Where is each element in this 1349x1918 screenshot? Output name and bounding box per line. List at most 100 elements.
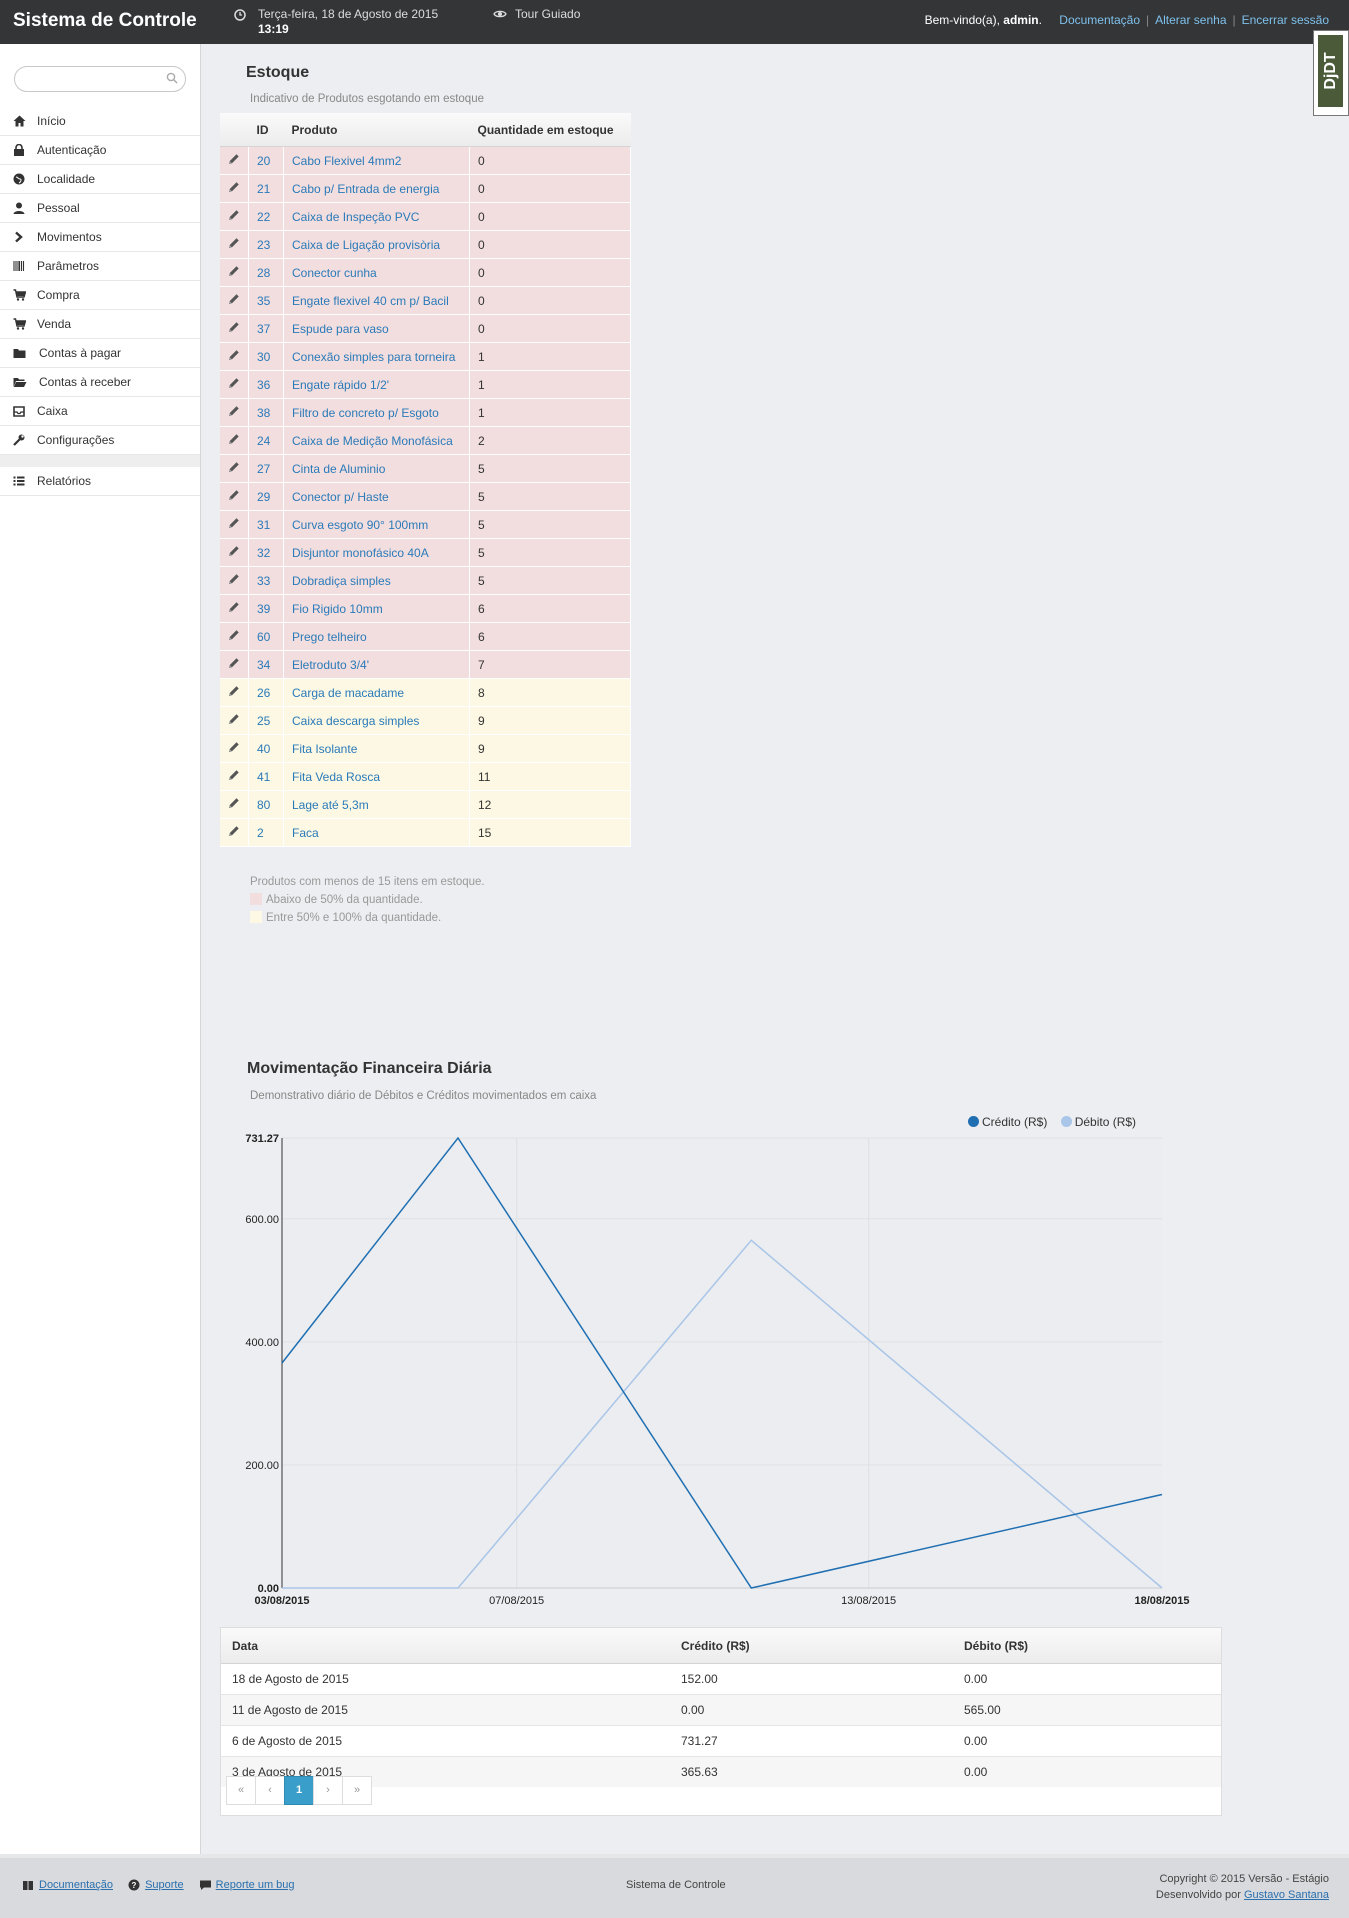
edit-button[interactable] (220, 482, 249, 511)
product-id-link[interactable]: 39 (257, 602, 270, 616)
brand-title[interactable]: Sistema de Controle (13, 10, 197, 32)
product-id-link[interactable]: 26 (257, 686, 270, 700)
pager-next-button[interactable]: › (313, 1776, 343, 1805)
edit-button[interactable] (220, 426, 249, 455)
product-name-link[interactable]: Cabo p/ Entrada de energia (292, 182, 439, 196)
edit-button[interactable] (220, 734, 249, 763)
footer-documentation-link[interactable]: Documentação (39, 1879, 113, 1891)
pager-first-button[interactable]: « (226, 1776, 256, 1805)
pager-last-button[interactable]: » (342, 1776, 372, 1805)
product-id-link[interactable]: 21 (257, 182, 270, 196)
product-name-link[interactable]: Conector cunha (292, 266, 377, 280)
column-header-produto[interactable]: Produto (283, 113, 470, 147)
product-name-link[interactable]: Curva esgoto 90° 100mm (292, 518, 428, 532)
documentation-link[interactable]: Documentação (1059, 13, 1140, 27)
product-id-link[interactable]: 2 (257, 826, 264, 840)
product-name-link[interactable]: Carga de macadame (292, 686, 404, 700)
product-id-link[interactable]: 28 (257, 266, 270, 280)
search-input[interactable] (25, 71, 169, 87)
logout-link[interactable]: Encerrar sessão (1242, 13, 1329, 27)
product-name-link[interactable]: Conexão simples para torneira (292, 350, 455, 364)
sidebar-item-compra[interactable]: Compra (0, 281, 200, 310)
edit-button[interactable] (220, 258, 249, 287)
sidebar-item-pessoal[interactable]: Pessoal (0, 194, 200, 223)
sidebar-item-contas-a-receber[interactable]: Contas à receber (0, 368, 200, 397)
edit-button[interactable] (220, 510, 249, 539)
sidebar-item-inicio[interactable]: Início (0, 107, 200, 136)
sidebar-item-autenticacao[interactable]: Autenticação (0, 136, 200, 165)
edit-button[interactable] (220, 230, 249, 259)
product-id-link[interactable]: 41 (257, 770, 270, 784)
product-name-link[interactable]: Lage até 5,3m (292, 798, 369, 812)
product-name-link[interactable]: Prego telheiro (292, 630, 367, 644)
product-id-link[interactable]: 27 (257, 462, 270, 476)
product-id-link[interactable]: 23 (257, 238, 270, 252)
footer-report-bug-link[interactable]: Reporte um bug (216, 1879, 295, 1891)
edit-button[interactable] (220, 538, 249, 567)
search-icon[interactable] (166, 72, 178, 84)
edit-button[interactable] (220, 818, 249, 847)
product-name-link[interactable]: Espude para vaso (292, 322, 389, 336)
product-name-link[interactable]: Faca (292, 826, 319, 840)
product-id-link[interactable]: 32 (257, 546, 270, 560)
tour-link[interactable]: Tour Guiado (493, 7, 580, 21)
sidebar-item-movimentos[interactable]: Movimentos (0, 223, 200, 252)
product-name-link[interactable]: Dobradiça simples (292, 574, 391, 588)
edit-button[interactable] (220, 202, 249, 231)
sidebar-item-configuracoes[interactable]: Configurações (0, 426, 200, 455)
sidebar-item-relatorios[interactable]: Relatórios (0, 467, 200, 496)
edit-button[interactable] (220, 286, 249, 315)
product-name-link[interactable]: Caixa de Ligação provisòria (292, 238, 440, 252)
product-id-link[interactable]: 34 (257, 658, 270, 672)
product-id-link[interactable]: 60 (257, 630, 270, 644)
product-id-link[interactable]: 37 (257, 322, 270, 336)
product-name-link[interactable]: Disjuntor monofásico 40A (292, 546, 429, 560)
change-password-link[interactable]: Alterar senha (1155, 13, 1226, 27)
product-id-link[interactable]: 20 (257, 154, 270, 168)
edit-button[interactable] (220, 790, 249, 819)
column-header-data[interactable]: Data (221, 1628, 670, 1664)
column-header-id[interactable]: ID (248, 113, 284, 147)
product-id-link[interactable]: 38 (257, 406, 270, 420)
product-id-link[interactable]: 22 (257, 210, 270, 224)
column-header-quantidade[interactable]: Quantidade em estoque (469, 113, 631, 147)
product-id-link[interactable]: 24 (257, 434, 270, 448)
edit-button[interactable] (220, 594, 249, 623)
edit-button[interactable] (220, 146, 249, 175)
edit-button[interactable] (220, 398, 249, 427)
product-name-link[interactable]: Eletroduto 3/4' (292, 658, 369, 672)
product-id-link[interactable]: 36 (257, 378, 270, 392)
product-name-link[interactable]: Fita Veda Rosca (292, 770, 380, 784)
product-name-link[interactable]: Filtro de concreto p/ Esgoto (292, 406, 439, 420)
sidebar-item-contas-a-pagar[interactable]: Contas à pagar (0, 339, 200, 368)
product-name-link[interactable]: Fita Isolante (292, 742, 357, 756)
product-name-link[interactable]: Engate rápido 1/2' (292, 378, 389, 392)
product-id-link[interactable]: 35 (257, 294, 270, 308)
pager-prev-button[interactable]: ‹ (255, 1776, 285, 1805)
sidebar-item-localidade[interactable]: Localidade (0, 165, 200, 194)
edit-button[interactable] (220, 650, 249, 679)
product-name-link[interactable]: Cinta de Aluminio (292, 462, 385, 476)
product-id-link[interactable]: 31 (257, 518, 270, 532)
footer-developer-link[interactable]: Gustavo Santana (1244, 1889, 1329, 1901)
product-id-link[interactable]: 40 (257, 742, 270, 756)
sidebar-item-caixa[interactable]: Caixa (0, 397, 200, 426)
edit-button[interactable] (220, 678, 249, 707)
edit-button[interactable] (220, 706, 249, 735)
product-name-link[interactable]: Fio Rigido 10mm (292, 602, 383, 616)
edit-button[interactable] (220, 342, 249, 371)
edit-button[interactable] (220, 454, 249, 483)
footer-support-link[interactable]: Suporte (145, 1879, 184, 1891)
edit-button[interactable] (220, 174, 249, 203)
product-name-link[interactable]: Conector p/ Haste (292, 490, 389, 504)
product-name-link[interactable]: Engate flexivel 40 cm p/ Bacil (292, 294, 449, 308)
product-name-link[interactable]: Cabo Flexivel 4mm2 (292, 154, 401, 168)
edit-button[interactable] (220, 370, 249, 399)
product-id-link[interactable]: 80 (257, 798, 270, 812)
product-id-link[interactable]: 25 (257, 714, 270, 728)
sidebar-item-venda[interactable]: Venda (0, 310, 200, 339)
column-header-credito[interactable]: Crédito (R$) (670, 1628, 953, 1664)
edit-button[interactable] (220, 762, 249, 791)
product-name-link[interactable]: Caixa de Inspeção PVC (292, 210, 419, 224)
sidebar-item-parametros[interactable]: Parâmetros (0, 252, 200, 281)
